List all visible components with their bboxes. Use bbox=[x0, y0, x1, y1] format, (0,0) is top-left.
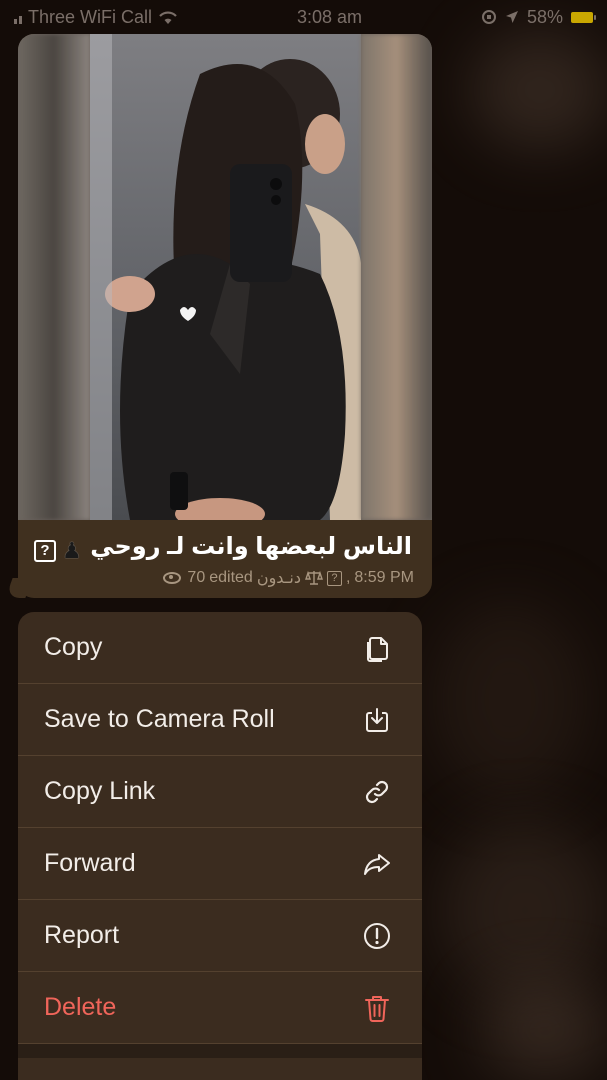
chess-pawn-icon: ♟ bbox=[62, 538, 82, 563]
photo-wall bbox=[90, 34, 112, 520]
battery-icon bbox=[571, 11, 596, 23]
clock: 3:08 am bbox=[296, 6, 363, 27]
status-left: Three WiFi Call bbox=[14, 7, 178, 28]
carrier-label: Three WiFi Call bbox=[28, 6, 153, 27]
battery-percent: 58% bbox=[526, 6, 563, 27]
menu-item-label: Forward bbox=[44, 849, 136, 877]
link-icon bbox=[360, 775, 394, 809]
menu-item-label: Copy Link bbox=[44, 777, 156, 805]
location-icon bbox=[505, 11, 518, 23]
menu-item-copy[interactable]: Copy bbox=[18, 612, 422, 684]
caption-icons: ? ♟ bbox=[34, 538, 82, 564]
photo-illustration bbox=[105, 59, 363, 520]
menu-item-delete[interactable]: Delete bbox=[18, 972, 422, 1044]
background-blur bbox=[440, 820, 607, 1000]
signal-icon bbox=[14, 10, 22, 24]
background-blur bbox=[480, 980, 607, 1080]
message-caption: الناس لبعضها وانت لـ روحي bbox=[90, 533, 412, 560]
message-photo[interactable] bbox=[18, 34, 432, 520]
photo-blur-left bbox=[18, 34, 90, 520]
copy-icon bbox=[360, 631, 394, 665]
menu-item-label: Copy bbox=[44, 633, 103, 661]
screen: Three WiFi Call 3:08 am 58% ? ♟ الناس لب… bbox=[0, 0, 607, 1080]
comma-separator: , bbox=[345, 569, 351, 586]
message-meta: 70 edited دنـدون ? , 8:59 PM bbox=[163, 568, 414, 588]
edited-label: edited bbox=[209, 569, 253, 586]
menu-item-label: Report bbox=[44, 921, 120, 949]
views-count: 70 bbox=[187, 569, 206, 586]
menu-item-report[interactable]: Report bbox=[18, 900, 422, 972]
photo-blur-right bbox=[361, 34, 432, 520]
download-icon bbox=[360, 703, 394, 737]
menu-item-save-to-camera-roll[interactable]: Save to Camera Roll bbox=[18, 684, 422, 756]
context-menu: Copy Save to Camera Roll Copy Link Forwa… bbox=[18, 612, 422, 1080]
author-name: دنـدون bbox=[256, 570, 301, 587]
menu-item-copy-link[interactable]: Copy Link bbox=[18, 756, 422, 828]
background-blur bbox=[430, 600, 590, 800]
menu-item-label: Delete bbox=[44, 993, 117, 1021]
forward-icon bbox=[360, 847, 394, 881]
menu-item-forward[interactable]: Forward bbox=[18, 828, 422, 900]
trash-icon bbox=[360, 991, 394, 1025]
wifi-icon bbox=[159, 11, 177, 24]
scales-icon bbox=[304, 570, 323, 585]
message-time: 8:59 PM bbox=[354, 569, 414, 586]
status-bar: Three WiFi Call 3:08 am 58% bbox=[0, 0, 607, 34]
unknown-glyph-icon: ? bbox=[34, 540, 56, 562]
message-bubble[interactable]: ? ♟ الناس لبعضها وانت لـ روحي 70 edited … bbox=[18, 34, 432, 598]
report-icon bbox=[360, 919, 394, 953]
unknown-glyph-icon: ? bbox=[326, 570, 342, 586]
photo-main bbox=[90, 34, 363, 520]
menu-divider bbox=[18, 1044, 422, 1058]
views-icon bbox=[163, 572, 182, 584]
menu-item-label: Save to Camera Roll bbox=[44, 705, 275, 733]
rotation-lock-icon bbox=[481, 10, 496, 24]
status-right: 58% bbox=[481, 6, 596, 28]
background-blur bbox=[470, 30, 607, 150]
